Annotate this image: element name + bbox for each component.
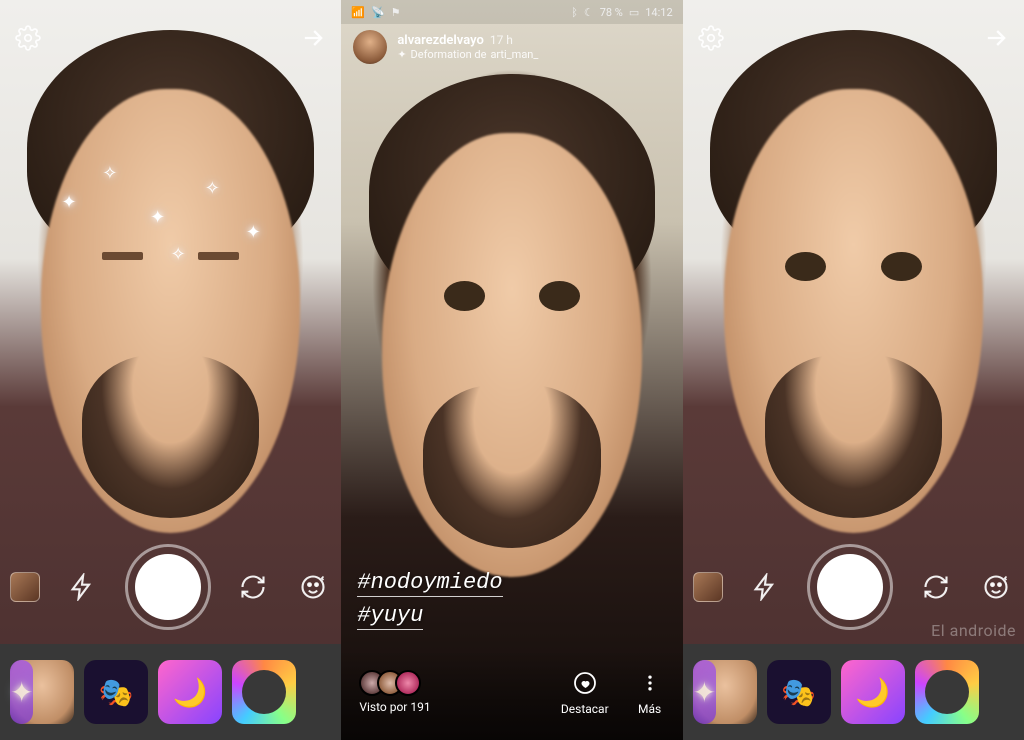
clock-text: 14:12 xyxy=(645,6,672,19)
status-left: 📶 📡 ⚑ xyxy=(351,6,400,19)
filter-sparkle[interactable]: ✦ xyxy=(693,660,716,724)
sparkle-icon: ✦ xyxy=(397,48,406,61)
viewers-label: Visto por 191 xyxy=(359,700,430,714)
story-filter-row[interactable]: ✦ Deformation de arti_man_ xyxy=(397,48,538,61)
avatar[interactable] xyxy=(353,30,387,64)
face-eye-left xyxy=(102,252,143,261)
filter-ring[interactable] xyxy=(232,660,296,724)
story-username: alvarezdelvayo xyxy=(397,33,484,49)
shutter-inner xyxy=(817,554,883,620)
shutter-inner xyxy=(135,554,201,620)
filter-cartoon[interactable]: 🎭 xyxy=(84,660,148,724)
status-bar: 📶 📡 ⚑ ᛒ ☾ 78 % ▭ 14:12 xyxy=(341,0,682,24)
switch-camera-button[interactable] xyxy=(918,569,954,605)
signal-icon: 📶 xyxy=(351,6,365,19)
send-button[interactable] xyxy=(299,24,327,52)
highlight-button[interactable]: Destacar xyxy=(561,668,609,716)
face-eye-right xyxy=(539,281,580,311)
send-button[interactable] xyxy=(982,24,1010,52)
story-hashtags[interactable]: #nodoymiedo #yuyu xyxy=(357,566,502,632)
hashtag-2[interactable]: #yuyu xyxy=(357,603,423,630)
face-eye-right xyxy=(198,252,239,261)
sparkle-icon: ✦ xyxy=(150,207,165,228)
bluetooth-icon: ᛒ xyxy=(571,6,578,19)
face-beard xyxy=(82,355,259,518)
filter-sparkle[interactable]: ✦ xyxy=(10,660,33,724)
filter-moon[interactable]: 🌙 xyxy=(158,660,222,724)
sparkle-icon: ✦ xyxy=(61,192,76,213)
story-filter-author: arti_man_ xyxy=(490,48,538,61)
face-eye-right xyxy=(881,252,922,282)
effects-button[interactable] xyxy=(295,569,331,605)
story-time: 17 h xyxy=(490,33,513,47)
capture-controls xyxy=(0,542,341,632)
sparkle-icon: ✧ xyxy=(205,178,220,199)
shutter-button[interactable] xyxy=(125,544,211,630)
story-viewers-button[interactable]: Visto por 191 xyxy=(359,670,430,714)
wifi-icon: 📡 xyxy=(371,6,385,19)
highlight-label: Destacar xyxy=(561,702,609,716)
story-filter-prefix: Deformation de xyxy=(411,48,487,61)
flag-icon: ⚑ xyxy=(391,6,401,19)
more-button[interactable]: Más xyxy=(635,668,665,716)
more-icon xyxy=(635,668,665,698)
sparkle-icon: ✧ xyxy=(102,163,117,184)
more-label: Más xyxy=(638,702,661,716)
camera-panel-1: ✦ ✧ ✦ ✧ ✦ ✧ 🎭 🌙 ✦ xyxy=(0,0,341,740)
gallery-button[interactable] xyxy=(693,572,723,602)
viewer-avatars xyxy=(359,670,421,696)
face-beard xyxy=(765,355,942,518)
story-actions: Visto por 191 Destacar Más xyxy=(341,650,682,740)
status-right: ᛒ ☾ 78 % ▭ 14:12 xyxy=(571,6,672,19)
story-panel: 📶 📡 ⚑ ᛒ ☾ 78 % ▭ 14:12 alvarezdelvayo 17… xyxy=(341,0,682,740)
flash-button[interactable] xyxy=(64,569,100,605)
story-user-block[interactable]: alvarezdelvayo 17 h ✦ Deformation de art… xyxy=(397,33,538,62)
settings-button[interactable] xyxy=(697,24,725,52)
effects-button[interactable] xyxy=(978,569,1014,605)
capture-controls xyxy=(683,542,1024,632)
sparkle-icon: ✦ xyxy=(246,222,261,243)
settings-button[interactable] xyxy=(14,24,42,52)
heart-icon xyxy=(570,668,600,698)
filter-moon[interactable]: 🌙 xyxy=(841,660,905,724)
filter-cartoon[interactable]: 🎭 xyxy=(767,660,831,724)
face-eye-left xyxy=(444,281,485,311)
sparkle-icon: ✧ xyxy=(171,244,186,265)
switch-camera-button[interactable] xyxy=(235,569,271,605)
hashtag-1[interactable]: #nodoymiedo xyxy=(357,570,502,597)
battery-icon: ▭ xyxy=(629,6,639,19)
face-beard xyxy=(423,385,600,548)
filter-tray[interactable]: 🎭 🌙 ✦ xyxy=(683,644,1024,740)
camera-panel-2: El androide 🎭 🌙 ✦ xyxy=(683,0,1024,740)
filter-ring[interactable] xyxy=(915,660,979,724)
gallery-button[interactable] xyxy=(10,572,40,602)
dnd-icon: ☾ xyxy=(584,6,594,19)
shutter-button[interactable] xyxy=(807,544,893,630)
camera-top-bar xyxy=(0,16,341,60)
camera-top-bar xyxy=(683,16,1024,60)
battery-text: 78 % xyxy=(600,6,623,19)
flash-button[interactable] xyxy=(747,569,783,605)
story-header: alvarezdelvayo 17 h ✦ Deformation de art… xyxy=(341,30,682,64)
viewer-avatar xyxy=(395,670,421,696)
face-eye-left xyxy=(785,252,826,282)
filter-tray[interactable]: 🎭 🌙 ✦ xyxy=(0,644,341,740)
